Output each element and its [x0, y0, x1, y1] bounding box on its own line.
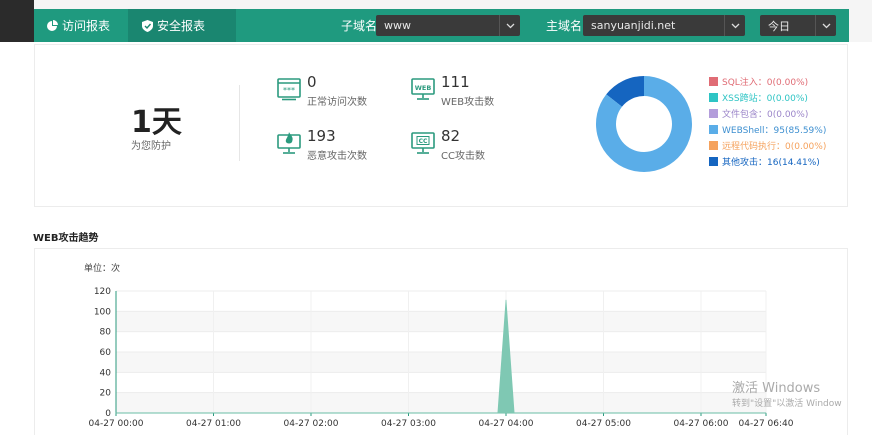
chevron-down-icon [815, 15, 836, 36]
tab-visit-report[interactable]: 访问报表 [34, 9, 128, 42]
svg-text:WEB: WEB [415, 84, 432, 92]
legend-item[interactable]: 远程代码执行：0(0.00%) [709, 139, 827, 152]
stat-value: 0 [307, 73, 317, 91]
protection-days-label: 为您防护 [131, 141, 171, 152]
stat-label: 正常访问次数 [307, 97, 367, 108]
tab-label: 安全报表 [157, 19, 206, 33]
legend-swatch [709, 92, 718, 102]
browser-stars-icon: *** [277, 78, 301, 101]
legend-item[interactable]: 文件包含：0(0.00%) [709, 107, 809, 120]
domain-value: sanyuanjidi.net [591, 19, 676, 32]
legend-swatch [709, 140, 718, 150]
windows-watermark-subtitle: 转到"设置"以激活 Window [732, 399, 842, 409]
web-monitor-icon: WEB [411, 78, 435, 100]
attack-type-donut [596, 76, 692, 172]
legend-item[interactable]: 其他攻击：16(14.41%) [709, 155, 820, 168]
svg-text:CC: CC [419, 138, 428, 145]
pie-chart-icon [47, 19, 58, 31]
top-nav: 访问报表 安全报表 子域名 www 主域名 sanyuanjidi.net 今日 [34, 9, 849, 42]
legend-item[interactable]: XSS跨站：0(0.00%) [709, 91, 808, 104]
legend-item[interactable]: WEBShell：95(85.59%) [709, 123, 827, 136]
stat-value: 111 [441, 73, 470, 91]
trend-unit: 单位：次 [84, 264, 121, 274]
legend-label: 文件包含：0(0.00%) [722, 109, 809, 120]
legend-label: 远程代码执行：0(0.00%) [722, 141, 827, 152]
date-range-select[interactable]: 今日 [760, 15, 836, 36]
protection-days: 1天 [131, 105, 182, 140]
stat-value: 193 [307, 127, 336, 145]
tab-label: 访问报表 [62, 19, 111, 33]
subdomain-value: www [384, 19, 411, 32]
shield-icon [142, 19, 153, 32]
stat-label: CC攻击数 [441, 151, 485, 162]
fire-monitor-icon [277, 132, 301, 154]
svg-text:***: *** [283, 86, 295, 95]
stat-label: 恶意攻击次数 [307, 151, 367, 162]
legend-swatch [709, 124, 718, 134]
left-dark-strip [0, 0, 34, 42]
chevron-down-icon [499, 15, 520, 36]
tab-security-report[interactable]: 安全报表 [128, 9, 236, 42]
legend-swatch [709, 156, 718, 166]
subdomain-label: 子域名 [341, 19, 378, 33]
stat-label: WEB攻击数 [441, 97, 495, 108]
chevron-down-icon [724, 15, 745, 36]
summary-card: 1天 为您防护 *** 0 正常访问次数 WEB 111 WEB攻击数 193 … [34, 44, 848, 207]
stat-value: 82 [441, 127, 461, 145]
windows-watermark-title: 激活 Windows [732, 381, 821, 396]
legend-swatch [709, 108, 718, 118]
legend-item[interactable]: SQL注入：0(0.00%) [709, 75, 809, 88]
domain-select[interactable]: sanyuanjidi.net [583, 15, 745, 36]
divider [239, 85, 240, 161]
cc-monitor-icon: CC [411, 132, 435, 154]
domain-label: 主域名 [546, 19, 583, 33]
subdomain-select[interactable]: www [376, 15, 520, 36]
legend-label: SQL注入：0(0.00%) [722, 77, 809, 88]
legend-swatch [709, 76, 718, 86]
date-range-value: 今日 [768, 19, 790, 33]
legend-label: WEBShell：95(85.59%) [722, 125, 827, 136]
legend-label: XSS跨站：0(0.00%) [722, 93, 808, 104]
trend-title: WEB攻击趋势 [33, 233, 99, 244]
trend-chart-panel [34, 248, 848, 435]
legend-label: 其他攻击：16(14.41%) [722, 157, 820, 168]
